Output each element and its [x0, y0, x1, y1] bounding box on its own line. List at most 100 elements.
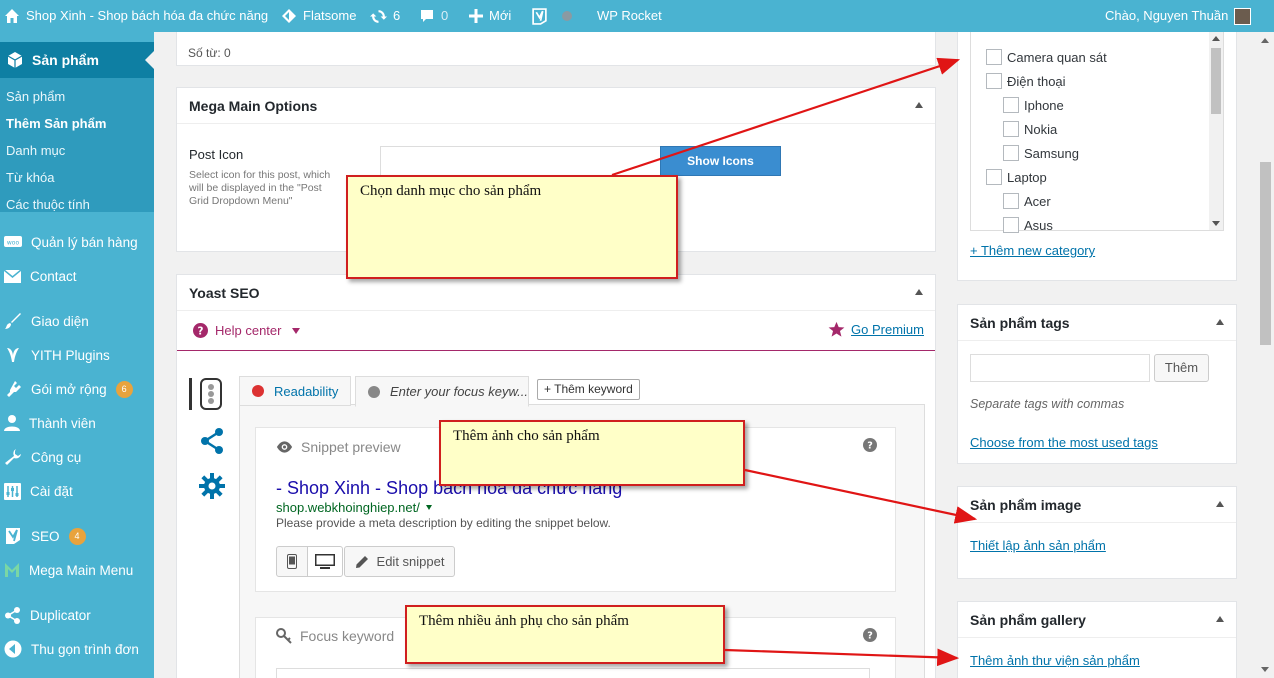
submenu-add-product[interactable]: Thêm Sản phẩm — [6, 116, 106, 131]
page-scrollbar[interactable] — [1257, 32, 1274, 678]
add-tag-button[interactable]: Thêm — [1154, 354, 1209, 382]
category-checkbox[interactable] — [986, 73, 1002, 89]
category-checkbox[interactable] — [1003, 217, 1019, 233]
yoast-bar-link[interactable] — [531, 0, 572, 32]
product-image-title: Sản phẩm image — [958, 487, 1236, 523]
greeting: Chào, Nguyen Thuần — [1105, 8, 1229, 23]
category-checkbox[interactable] — [1003, 145, 1019, 161]
site-name-link[interactable]: Shop Xinh - Shop bách hóa đa chức năng — [4, 0, 268, 32]
share-icon — [5, 606, 20, 624]
snippet-url: shop.webkhoinghiep.net/ — [276, 500, 420, 515]
category-checkbox[interactable] — [1003, 97, 1019, 113]
add-gallery-images-link[interactable]: Thêm ảnh thư viện sản phẩm — [970, 653, 1140, 668]
caret-down-icon — [425, 505, 432, 510]
collapse-toggle-icon[interactable] — [915, 102, 923, 108]
tab-focus-keyword[interactable]: Enter your focus keyw... — [355, 376, 529, 407]
submenu-attributes[interactable]: Các thuộc tính — [6, 197, 90, 212]
category-checkbox[interactable] — [986, 169, 1002, 185]
scroll-up-icon[interactable] — [1212, 36, 1220, 41]
mail-icon — [4, 269, 21, 283]
scroll-down-icon[interactable] — [1212, 221, 1220, 226]
add-keyword-button[interactable]: + Thêm keyword — [537, 379, 640, 400]
mobile-icon — [287, 554, 297, 569]
plugin-icon — [7, 381, 21, 397]
edit-snippet-label: Edit snippet — [376, 554, 445, 569]
show-icons-button[interactable]: Show Icons — [660, 146, 781, 176]
product-tags-box: Sản phẩm tags Thêm Separate tags with co… — [957, 304, 1237, 464]
scroll-thumb[interactable] — [1211, 48, 1221, 114]
flatsome-icon — [282, 9, 296, 23]
add-category-link[interactable]: + Thêm new category — [970, 243, 1095, 258]
traffic-light-icon[interactable] — [200, 378, 222, 410]
snippet-preview-header[interactable]: Snippet preview — [276, 439, 401, 455]
collapse-toggle-icon[interactable] — [915, 289, 923, 295]
site-name: Shop Xinh - Shop bách hóa đa chức năng — [26, 8, 269, 23]
category-label[interactable]: Nokia — [1024, 122, 1057, 137]
menu-tools[interactable]: Công cụ — [0, 442, 154, 472]
scroll-thumb[interactable] — [1260, 162, 1271, 345]
help-center-toggle[interactable]: ? Help center — [193, 323, 301, 338]
post-icon-input[interactable] — [380, 146, 661, 176]
category-checkbox[interactable] — [1003, 121, 1019, 137]
theme-link[interactable]: Flatsome — [281, 0, 356, 32]
category-label[interactable]: Acer — [1024, 194, 1051, 209]
set-product-image-link[interactable]: Thiết lập ảnh sản phẩm — [970, 538, 1106, 553]
focus-keyword-header[interactable]: Focus keyword — [276, 628, 394, 644]
home-icon — [5, 9, 19, 23]
submenu-products[interactable]: Sản phẩm — [6, 89, 65, 104]
word-count: Số từ: 0 — [188, 46, 231, 60]
category-label[interactable]: Iphone — [1024, 98, 1064, 113]
wp-rocket-link[interactable]: WP Rocket — [597, 0, 662, 32]
menu-mega-label: Mega Main Menu — [29, 562, 134, 578]
category-checkbox[interactable] — [986, 49, 1002, 65]
submenu-categories[interactable]: Danh mục — [6, 143, 65, 158]
menu-duplicator[interactable]: Duplicator — [0, 600, 154, 630]
menu-contact[interactable]: Contact — [0, 261, 154, 291]
choose-tags-link[interactable]: Choose from the most used tags — [970, 435, 1158, 450]
tag-input[interactable] — [970, 354, 1150, 382]
scroll-down-icon[interactable] — [1261, 667, 1269, 672]
question-circle-icon: ? — [193, 323, 208, 338]
menu-appearance[interactable]: Giao diện — [0, 306, 154, 336]
menu-plugins[interactable]: Gói mở rộng 6 — [0, 374, 154, 404]
menu-mega-main-menu[interactable]: Mega Main Menu — [0, 555, 154, 585]
menu-settings[interactable]: Cài đặt — [0, 476, 154, 506]
category-label[interactable]: Điện thoại — [1007, 74, 1066, 89]
mega-icon — [5, 563, 19, 577]
category-checkbox[interactable] — [1003, 193, 1019, 209]
desktop-preview-button[interactable] — [307, 546, 343, 577]
menu-users[interactable]: Thành viên — [0, 408, 154, 438]
mobile-preview-button[interactable] — [276, 546, 308, 577]
category-label[interactable]: Laptop — [1007, 170, 1047, 185]
new-content-link[interactable]: Mới — [469, 0, 511, 32]
yoast-icon — [532, 7, 547, 25]
edit-snippet-button[interactable]: Edit snippet — [344, 546, 455, 577]
help-icon[interactable]: ? — [863, 438, 877, 452]
checklist-scrollbar[interactable] — [1209, 32, 1223, 230]
menu-woocommerce[interactable]: woo Quản lý bán hàng — [0, 227, 154, 257]
collapse-toggle-icon[interactable] — [1216, 319, 1224, 325]
account-link[interactable]: Chào, Nguyen Thuần — [1105, 0, 1252, 32]
category-label[interactable]: Asus — [1024, 218, 1053, 233]
menu-seo[interactable]: SEO 4 — [0, 521, 154, 551]
focus-keyword-input[interactable] — [276, 668, 870, 678]
scroll-up-icon[interactable] — [1261, 38, 1269, 43]
gear-icon[interactable] — [199, 473, 225, 499]
tab-readability[interactable]: Readability — [239, 376, 351, 406]
collapse-toggle-icon[interactable] — [1216, 616, 1224, 622]
go-premium-link[interactable]: Go Premium — [828, 321, 924, 338]
category-label[interactable]: Samsung — [1024, 146, 1079, 161]
menu-products-current[interactable]: Sản phẩm — [0, 42, 154, 78]
submenu-tags[interactable]: Từ khóa — [6, 170, 54, 185]
menu-yith[interactable]: YITH Plugins — [0, 340, 154, 370]
key-icon — [276, 628, 292, 644]
updates-link[interactable]: 6 — [370, 0, 400, 32]
category-label[interactable]: Camera quan sát — [1007, 50, 1107, 65]
eye-icon — [276, 441, 293, 453]
menu-collapse[interactable]: Thu gọn trình đơn — [0, 634, 154, 664]
comments-link[interactable]: 0 — [419, 0, 448, 32]
collapse-toggle-icon[interactable] — [1216, 501, 1224, 507]
menu-products-label: Sản phẩm — [32, 52, 99, 68]
help-icon[interactable]: ? — [863, 628, 877, 642]
share-icon[interactable] — [200, 428, 224, 454]
